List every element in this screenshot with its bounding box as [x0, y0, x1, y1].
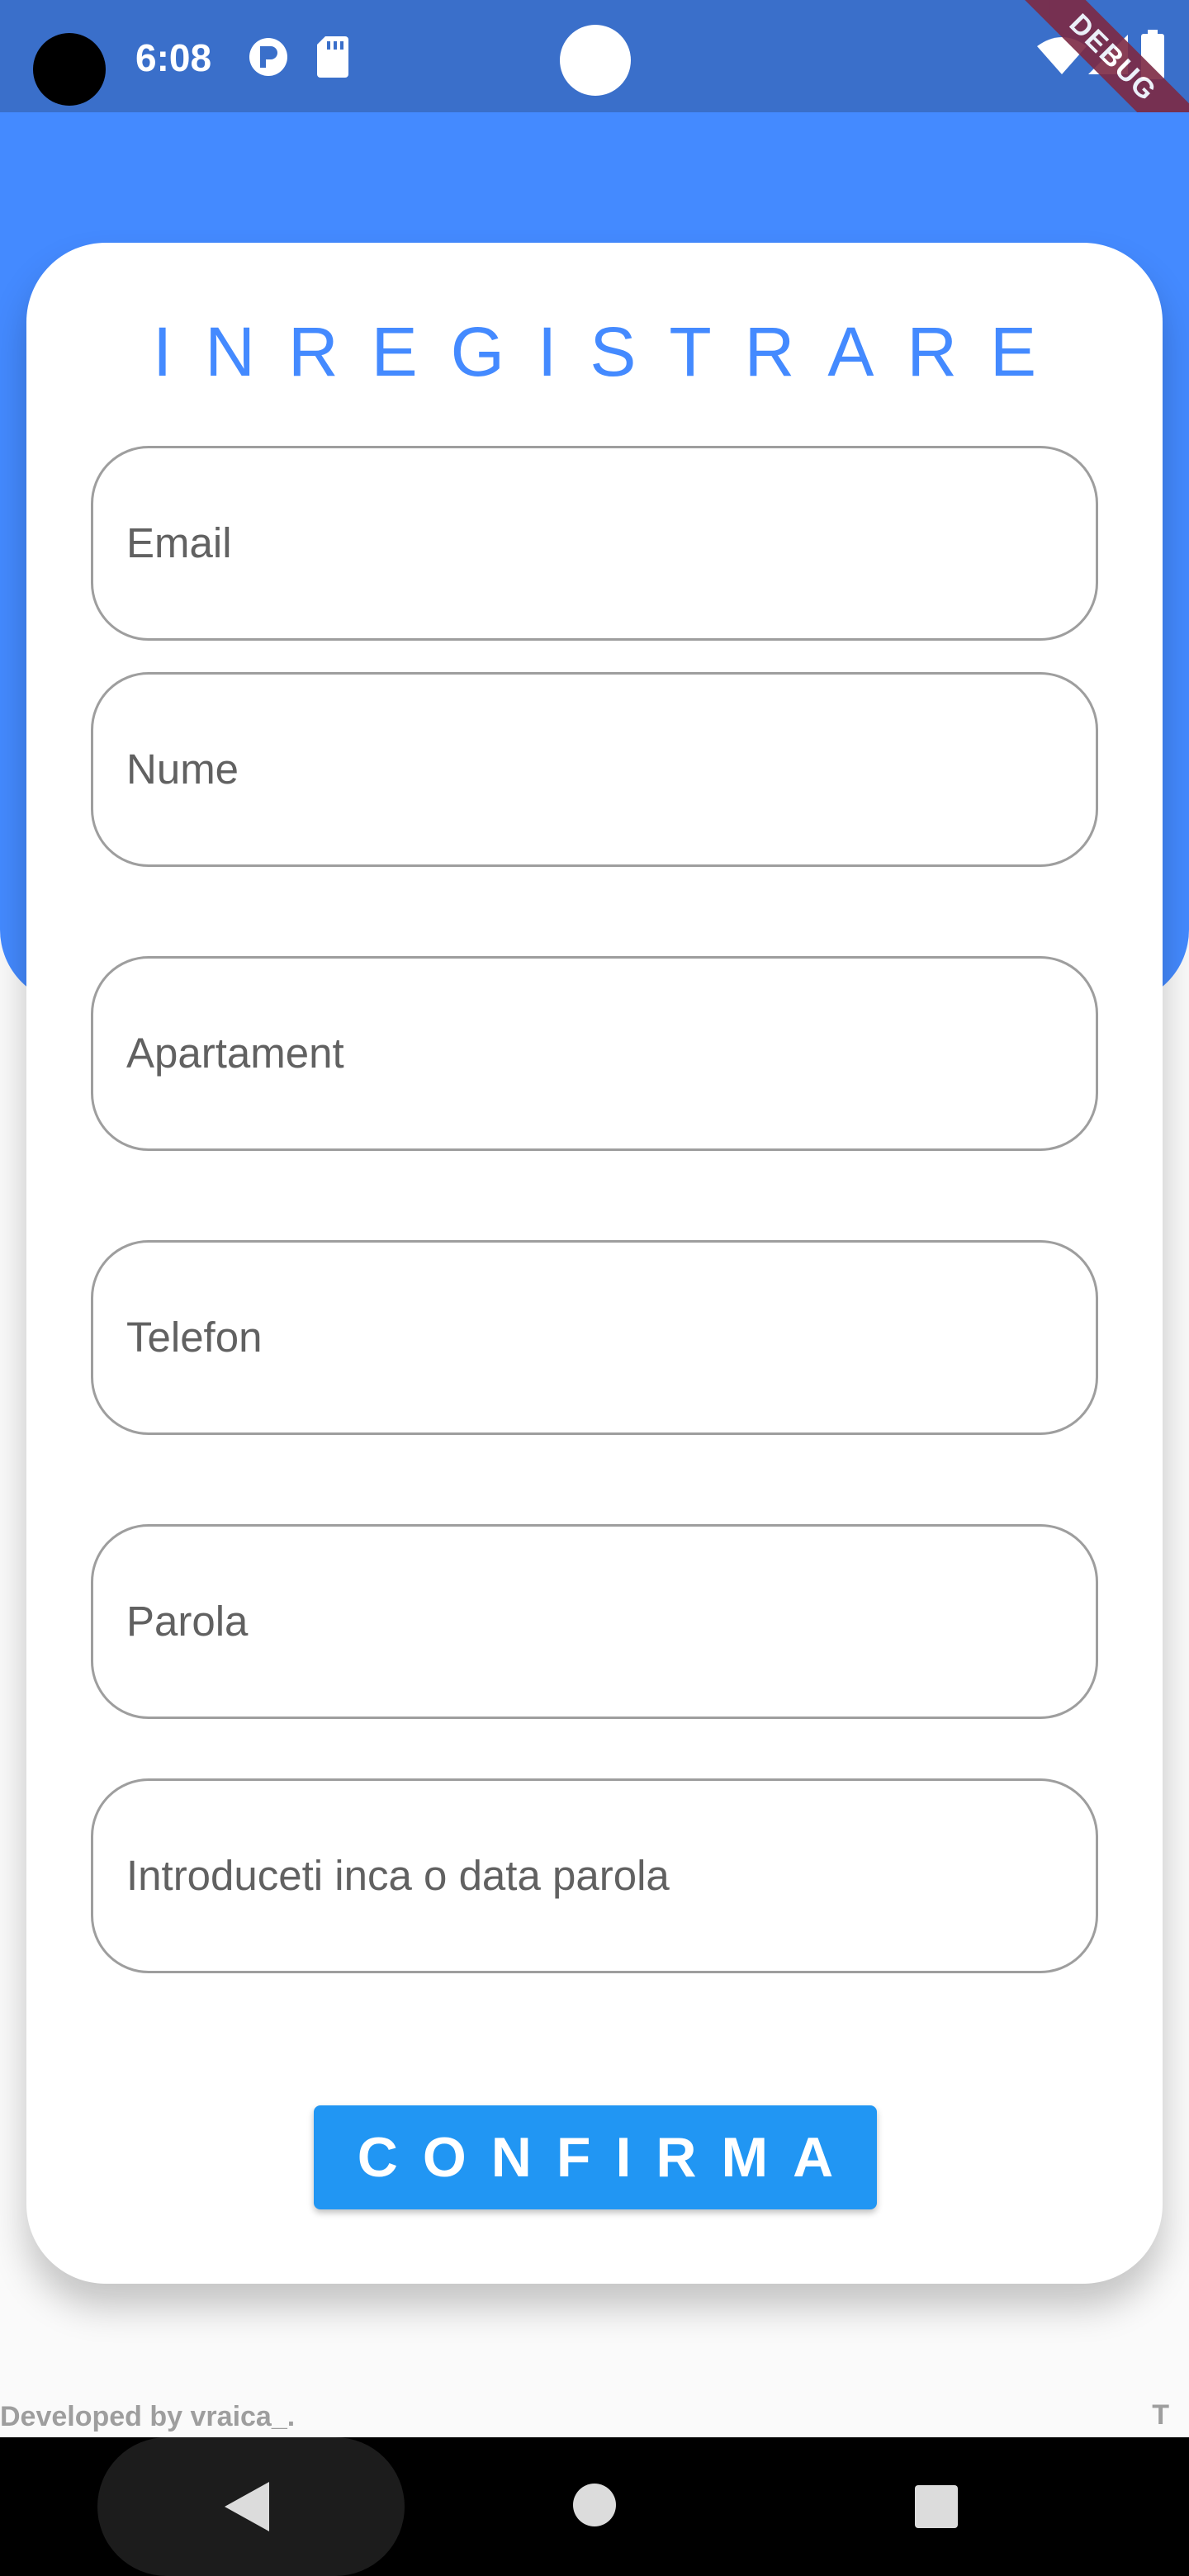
confirm-parola-field-label: Introduceti inca o data parola: [126, 1852, 670, 1899]
apartament-field[interactable]: Apartament: [91, 956, 1098, 1151]
confirm-button-label: CONFIRMA: [357, 2126, 859, 2189]
status-center-dot: [560, 25, 631, 96]
apartament-field-label: Apartament: [126, 1030, 344, 1077]
email-field-label: Email: [126, 519, 232, 566]
notification-p-icon: [248, 36, 289, 82]
nume-field-label: Nume: [126, 746, 239, 793]
parola-field[interactable]: Parola: [91, 1524, 1098, 1719]
parola-field-label: Parola: [126, 1598, 249, 1645]
registration-card: INREGISTRARE Email Nume Apartament Telef…: [26, 243, 1163, 2284]
back-icon[interactable]: [225, 2482, 269, 2536]
confirm-button[interactable]: CONFIRMA: [314, 2105, 877, 2209]
footer-right-text: T: [1152, 2399, 1169, 2431]
sd-card-icon: [317, 36, 348, 82]
camera-hole: [33, 33, 106, 106]
telefon-field[interactable]: Telefon: [91, 1240, 1098, 1435]
status-bar: 6:08: [0, 0, 1189, 112]
recents-icon[interactable]: [915, 2485, 958, 2532]
confirm-parola-field[interactable]: Introduceti inca o data parola: [91, 1778, 1098, 1973]
navigation-bar: [0, 2437, 1189, 2576]
telefon-field-label: Telefon: [126, 1314, 263, 1361]
status-time: 6:08: [135, 36, 212, 79]
nume-field[interactable]: Nume: [91, 672, 1098, 867]
page-title: INREGISTRARE: [152, 313, 1070, 391]
email-field[interactable]: Email: [91, 446, 1098, 641]
developer-credit: Developed by vraica_.: [0, 2401, 296, 2432]
home-icon[interactable]: [573, 2484, 616, 2531]
